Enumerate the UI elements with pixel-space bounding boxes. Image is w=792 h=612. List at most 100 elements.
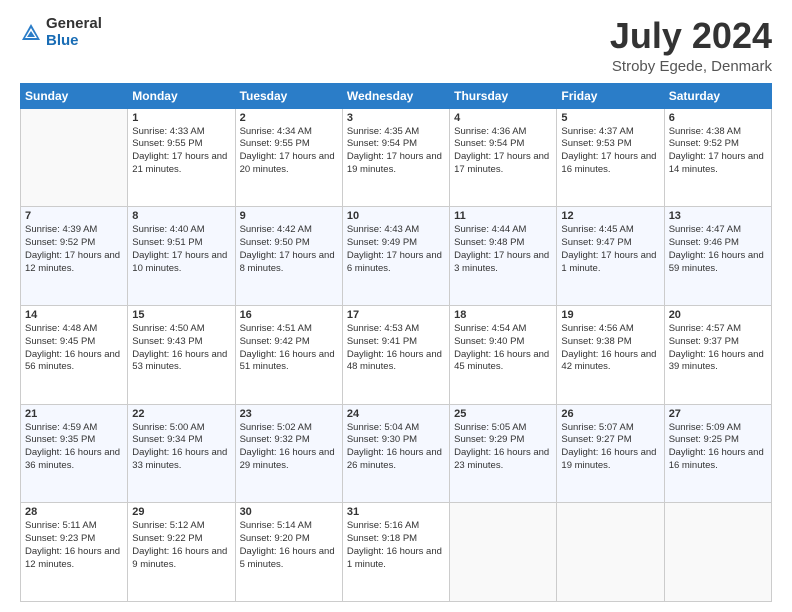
day-number: 5 bbox=[561, 112, 659, 124]
sunrise-text: Sunrise: 4:50 AM bbox=[132, 323, 230, 336]
day-info: Sunrise: 4:38 AMSunset: 9:52 PMDaylight:… bbox=[669, 126, 767, 177]
table-row bbox=[664, 503, 771, 602]
sunrise-text: Sunrise: 5:09 AM bbox=[669, 422, 767, 435]
table-row: 15 Sunrise: 4:50 AMSunset: 9:43 PMDayligh… bbox=[128, 305, 235, 404]
day-number: 15 bbox=[132, 309, 230, 321]
sunset-text: Sunset: 9:55 PM bbox=[240, 138, 338, 151]
sunrise-text: Sunrise: 5:14 AM bbox=[240, 520, 338, 533]
sunrise-text: Sunrise: 4:57 AM bbox=[669, 323, 767, 336]
calendar-week-row: 21Sunrise: 4:59 AMSunset: 9:35 PMDayligh… bbox=[21, 404, 772, 503]
daylight-text: Daylight: 16 hours and 56 minutes. bbox=[25, 349, 123, 375]
sunset-text: Sunset: 9:20 PM bbox=[240, 533, 338, 546]
day-number: 20 bbox=[669, 309, 767, 321]
sunset-text: Sunset: 9:53 PM bbox=[561, 138, 659, 151]
logo-icon bbox=[20, 22, 42, 44]
day-number: 8 bbox=[132, 210, 230, 222]
day-number: 28 bbox=[25, 506, 123, 518]
day-number: 6 bbox=[669, 112, 767, 124]
daylight-text: Daylight: 16 hours and 19 minutes. bbox=[561, 447, 659, 473]
table-row: 25Sunrise: 5:05 AMSunset: 9:29 PMDayligh… bbox=[450, 404, 557, 503]
sunset-text: Sunset: 9:47 PM bbox=[561, 237, 659, 250]
sunset-text: Sunset: 9:48 PM bbox=[454, 237, 552, 250]
table-row bbox=[21, 108, 128, 207]
table-row: 21Sunrise: 4:59 AMSunset: 9:35 PMDayligh… bbox=[21, 404, 128, 503]
day-info: Sunrise: 4:35 AMSunset: 9:54 PMDaylight:… bbox=[347, 126, 445, 177]
sunrise-text: Sunrise: 4:59 AM bbox=[25, 422, 123, 435]
daylight-text: Daylight: 17 hours and 19 minutes. bbox=[347, 151, 445, 177]
col-sunday: Sunday bbox=[21, 83, 128, 108]
daylight-text: Daylight: 17 hours and 17 minutes. bbox=[454, 151, 552, 177]
day-info: Sunrise: 5:12 AMSunset: 9:22 PMDaylight:… bbox=[132, 520, 230, 571]
day-number: 11 bbox=[454, 210, 552, 222]
table-row: 2Sunrise: 4:34 AMSunset: 9:55 PMDaylight… bbox=[235, 108, 342, 207]
daylight-text: Daylight: 16 hours and 33 minutes. bbox=[132, 447, 230, 473]
day-info: Sunrise: 5:00 AMSunset: 9:34 PMDaylight:… bbox=[132, 422, 230, 473]
table-row: 17 Sunrise: 4:53 AMSunset: 9:41 PMDayligh… bbox=[342, 305, 449, 404]
sunset-text: Sunset: 9:37 PM bbox=[669, 336, 767, 349]
daylight-text: Daylight: 16 hours and 16 minutes. bbox=[669, 447, 767, 473]
sunrise-text: Sunrise: 4:48 AM bbox=[25, 323, 123, 336]
daylight-text: Daylight: 16 hours and 59 minutes. bbox=[669, 250, 767, 276]
sunset-text: Sunset: 9:40 PM bbox=[454, 336, 552, 349]
table-row: 30Sunrise: 5:14 AMSunset: 9:20 PMDayligh… bbox=[235, 503, 342, 602]
sunset-text: Sunset: 9:23 PM bbox=[25, 533, 123, 546]
logo: General Blue bbox=[20, 16, 102, 49]
day-info: Sunrise: 5:09 AMSunset: 9:25 PMDaylight:… bbox=[669, 422, 767, 473]
sunrise-text: Sunrise: 5:07 AM bbox=[561, 422, 659, 435]
day-info: Sunrise: 4:57 AMSunset: 9:37 PMDaylight:… bbox=[669, 323, 767, 374]
sunset-text: Sunset: 9:49 PM bbox=[347, 237, 445, 250]
day-info: Sunrise: 4:47 AMSunset: 9:46 PMDaylight:… bbox=[669, 224, 767, 275]
daylight-text: Daylight: 16 hours and 53 minutes. bbox=[132, 349, 230, 375]
day-number: 4 bbox=[454, 112, 552, 124]
table-row: 28 Sunrise: 5:11 AMSunset: 9:23 PMDayligh… bbox=[21, 503, 128, 602]
daylight-text: Daylight: 17 hours and 1 minute. bbox=[561, 250, 659, 276]
day-number: 14 bbox=[25, 309, 123, 321]
table-row: 24Sunrise: 5:04 AMSunset: 9:30 PMDayligh… bbox=[342, 404, 449, 503]
day-number: 9 bbox=[240, 210, 338, 222]
day-info: Sunrise: 5:02 AMSunset: 9:32 PMDaylight:… bbox=[240, 422, 338, 473]
sunrise-text: Sunrise: 5:04 AM bbox=[347, 422, 445, 435]
sunset-text: Sunset: 9:52 PM bbox=[669, 138, 767, 151]
day-info: Sunrise: 4:34 AMSunset: 9:55 PMDaylight:… bbox=[240, 126, 338, 177]
daylight-text: Daylight: 17 hours and 12 minutes. bbox=[25, 250, 123, 276]
day-number: 29 bbox=[132, 506, 230, 518]
day-info: Sunrise: 4:45 AMSunset: 9:47 PMDaylight:… bbox=[561, 224, 659, 275]
col-monday: Monday bbox=[128, 83, 235, 108]
day-number: 26 bbox=[561, 408, 659, 420]
daylight-text: Daylight: 17 hours and 6 minutes. bbox=[347, 250, 445, 276]
day-info: Sunrise: 4:43 AMSunset: 9:49 PMDaylight:… bbox=[347, 224, 445, 275]
daylight-text: Daylight: 16 hours and 51 minutes. bbox=[240, 349, 338, 375]
sunrise-text: Sunrise: 4:56 AM bbox=[561, 323, 659, 336]
day-number: 17 bbox=[347, 309, 445, 321]
day-number: 19 bbox=[561, 309, 659, 321]
day-number: 1 bbox=[132, 112, 230, 124]
sunset-text: Sunset: 9:46 PM bbox=[669, 237, 767, 250]
sunset-text: Sunset: 9:22 PM bbox=[132, 533, 230, 546]
daylight-text: Daylight: 16 hours and 36 minutes. bbox=[25, 447, 123, 473]
day-number: 25 bbox=[454, 408, 552, 420]
day-info: Sunrise: 4:40 AMSunset: 9:51 PMDaylight:… bbox=[132, 224, 230, 275]
daylight-text: Daylight: 17 hours and 20 minutes. bbox=[240, 151, 338, 177]
sunset-text: Sunset: 9:29 PM bbox=[454, 434, 552, 447]
table-row bbox=[557, 503, 664, 602]
logo-text: General Blue bbox=[46, 16, 102, 49]
day-number: 21 bbox=[25, 408, 123, 420]
day-info: Sunrise: 4:33 AMSunset: 9:55 PMDaylight:… bbox=[132, 126, 230, 177]
table-row: 5 Sunrise: 4:37 AMSunset: 9:53 PMDaylight… bbox=[557, 108, 664, 207]
logo-general: General bbox=[46, 15, 102, 32]
day-info: Sunrise: 4:37 AMSunset: 9:53 PMDaylight:… bbox=[561, 126, 659, 177]
day-info: Sunrise: 4:53 AMSunset: 9:41 PMDaylight:… bbox=[347, 323, 445, 374]
day-info: Sunrise: 4:50 AMSunset: 9:43 PMDaylight:… bbox=[132, 323, 230, 374]
day-info: Sunrise: 4:51 AMSunset: 9:42 PMDaylight:… bbox=[240, 323, 338, 374]
sunrise-text: Sunrise: 4:47 AM bbox=[669, 224, 767, 237]
daylight-text: Daylight: 16 hours and 26 minutes. bbox=[347, 447, 445, 473]
day-info: Sunrise: 5:11 AMSunset: 9:23 PMDaylight:… bbox=[25, 520, 123, 571]
col-wednesday: Wednesday bbox=[342, 83, 449, 108]
table-row: 29 Sunrise: 5:12 AMSunset: 9:22 PMDayligh… bbox=[128, 503, 235, 602]
table-row: 8 Sunrise: 4:40 AMSunset: 9:51 PMDaylight… bbox=[128, 207, 235, 306]
day-info: Sunrise: 4:48 AMSunset: 9:45 PMDaylight:… bbox=[25, 323, 123, 374]
sunset-text: Sunset: 9:52 PM bbox=[25, 237, 123, 250]
table-row: 23Sunrise: 5:02 AMSunset: 9:32 PMDayligh… bbox=[235, 404, 342, 503]
sunset-text: Sunset: 9:18 PM bbox=[347, 533, 445, 546]
table-row: 18Sunrise: 4:54 AMSunset: 9:40 PMDayligh… bbox=[450, 305, 557, 404]
